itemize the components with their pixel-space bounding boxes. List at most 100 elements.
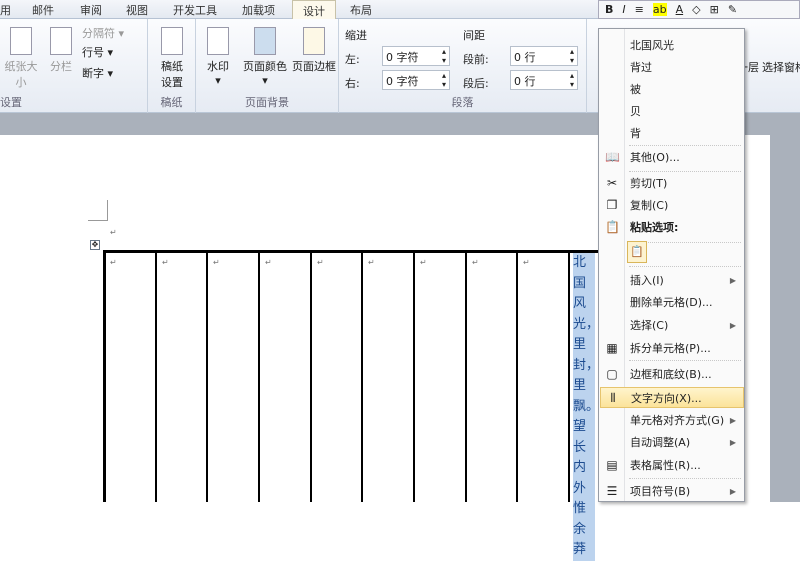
menu-item-label: 北国风光 xyxy=(630,39,674,52)
paper-icon xyxy=(10,27,32,55)
tab-review[interactable]: 审阅 xyxy=(80,2,102,18)
menu-item-label: 贝 xyxy=(630,105,641,118)
page-background-group: 水印 ▾ 页面颜色 ▾ 页面边框 页面背景 xyxy=(196,19,339,113)
group-label: 稿纸 xyxy=(160,96,183,109)
menu-item-label: 被 xyxy=(630,83,641,96)
cell-mark: ↵ xyxy=(265,258,272,267)
tab-developer[interactable]: 开发工具 xyxy=(173,2,217,18)
cell-mark: ↵ xyxy=(213,258,220,267)
italic-button[interactable]: I xyxy=(622,3,625,16)
hyphenation-button[interactable]: 断字 ▾ xyxy=(82,65,113,81)
book-icon: 📖 xyxy=(605,150,620,164)
menu-item[interactable]: 删除单元格(D)... xyxy=(600,292,744,313)
menu-item[interactable]: ⫴ 文字方向(X)... xyxy=(600,387,744,408)
menu-item[interactable]: ▢ 边框和底纹(B)... xyxy=(600,364,744,385)
breaks-button[interactable]: 分隔符 ▾ xyxy=(82,25,124,41)
cell-mark: ↵ xyxy=(317,258,324,267)
copy-icon: ❐ xyxy=(606,198,618,212)
line-numbers-button[interactable]: 行号 ▾ xyxy=(82,44,113,60)
format-painter-button[interactable]: ✎ xyxy=(728,3,737,16)
menu-item[interactable]: 北国风光 xyxy=(600,35,744,56)
mini-toolbar: B I ≡ ab A ◇ ⊞ ✎ xyxy=(598,0,800,19)
menu-item[interactable]: 单元格对齐方式(G) ▶ xyxy=(600,410,744,431)
paste-icon: 📋 xyxy=(605,220,620,234)
menu-item[interactable]: ☰ 项目符号(B) ▶ xyxy=(600,481,744,502)
submenu-arrow-icon: ▶ xyxy=(729,416,736,425)
highlight-button[interactable]: ab xyxy=(652,3,667,16)
table-top-border xyxy=(103,250,598,253)
menu-item[interactable]: ▤ 表格属性(R)... xyxy=(600,455,744,476)
menu-item[interactable]: 贝 xyxy=(600,101,744,122)
indent-right-label: 右: xyxy=(345,77,360,90)
page-borders-button[interactable]: 页面边框 xyxy=(289,27,339,74)
columns-button[interactable]: 分栏 xyxy=(46,27,76,74)
menu-item[interactable]: 背 xyxy=(600,123,744,144)
menu-item[interactable]: ✂ 剪切(T) xyxy=(600,173,744,194)
watermark-icon xyxy=(207,27,229,55)
spacing-label: 间距 xyxy=(463,29,485,42)
center-button[interactable]: ≡ xyxy=(635,3,644,16)
menu-item-label: 单元格对齐方式(G) xyxy=(630,414,725,427)
watermark-button[interactable]: 水印 ▾ xyxy=(204,27,232,87)
menu-separator xyxy=(629,360,741,361)
menu-item[interactable]: 选择(C) ▶ xyxy=(600,315,744,336)
table-move-handle-icon[interactable]: ✥ xyxy=(90,240,100,250)
manuscript-icon xyxy=(161,27,183,55)
menu-item-label: 项目符号(B) xyxy=(630,485,691,498)
tab-use[interactable]: 用 xyxy=(0,2,11,18)
menu-separator xyxy=(629,145,741,146)
menu-item[interactable]: ▦ 拆分单元格(P)... xyxy=(600,338,744,359)
menu-item[interactable]: 自动调整(A) ▶ xyxy=(600,432,744,453)
shading-button[interactable]: ◇ xyxy=(692,3,700,16)
borders-button[interactable]: ⊞ xyxy=(710,3,719,16)
table-properties-icon: ▤ xyxy=(606,458,618,472)
spacing-after-label: 段后: xyxy=(463,77,489,90)
scissors-icon: ✂ xyxy=(606,176,618,190)
paragraph-group: 缩进 左: 0 字符 ▴ ▾ 右: 0 字符 ▴ ▾ 间距 段前: 0 行 ▴ ▾ 段后: … xyxy=(339,19,587,113)
page-color-button[interactable]: 页面颜色 ▾ xyxy=(240,27,290,87)
selection-pane-button[interactable]: 选择窗格 xyxy=(762,59,800,75)
columns-icon xyxy=(50,27,72,55)
selected-cell-text[interactable]: 北国风光，里封，里飘。望长内外惟余莽 xyxy=(573,253,599,561)
cell-mark: ↵ xyxy=(368,258,375,267)
menu-separator xyxy=(629,171,741,172)
font-color-button[interactable]: A xyxy=(676,3,684,16)
menu-item-label: 自动调整(A) xyxy=(630,436,691,449)
indent-left-input[interactable]: 0 字符 ▴ ▾ xyxy=(382,46,450,66)
menu-item-label: 背过 xyxy=(630,61,652,74)
bold-button[interactable]: B xyxy=(605,3,613,16)
send-backward-button[interactable]: 下移一层 xyxy=(745,59,759,75)
cell-mark: ↵ xyxy=(162,258,169,267)
paint-bucket-icon xyxy=(254,27,276,55)
menu-item[interactable]: 📖 其他(O)... xyxy=(600,147,744,168)
manuscript-group: 稿纸 设置 稿纸 xyxy=(148,19,196,113)
tab-addins[interactable]: 加载项 xyxy=(242,2,275,18)
submenu-arrow-icon: ▶ xyxy=(729,487,736,496)
menu-item-label: 插入(I) xyxy=(630,274,664,287)
cell-mark: ↵ xyxy=(523,258,530,267)
spacing-after-input[interactable]: 0 行 ▴ ▾ xyxy=(510,70,578,90)
manuscript-setup-button[interactable]: 稿纸 设置 xyxy=(158,27,186,90)
menu-item[interactable]: ❐ 复制(C) xyxy=(600,195,744,216)
page-borders-icon xyxy=(303,27,325,55)
menu-item[interactable]: 插入(I) ▶ xyxy=(600,270,744,291)
tab-design[interactable]: 设计 xyxy=(292,0,336,20)
indent-right-input[interactable]: 0 字符 ▴ ▾ xyxy=(382,70,450,90)
menu-item-label: 背 xyxy=(630,127,641,140)
tab-view[interactable]: 视图 xyxy=(126,2,148,18)
paste-keep-formatting-icon[interactable]: 📋 xyxy=(627,241,647,263)
paper-size-button[interactable]: 纸张大小 xyxy=(0,27,42,90)
menu-item-label: 边框和底纹(B)... xyxy=(630,368,712,381)
spacing-before-input[interactable]: 0 行 ▴ ▾ xyxy=(510,46,578,66)
tab-mailings[interactable]: 邮件 xyxy=(32,2,54,18)
group-label: 页面背景 xyxy=(245,96,289,109)
menu-item[interactable]: 背过 xyxy=(600,57,744,78)
bullets-icon: ☰ xyxy=(606,484,618,498)
menu-item-label: 复制(C) xyxy=(630,199,669,212)
menu-item[interactable]: 被 xyxy=(600,79,744,100)
cell-mark: ↵ xyxy=(110,258,117,267)
tab-layout[interactable]: 布局 xyxy=(350,2,372,18)
menu-item-label: 拆分单元格(P)... xyxy=(630,342,711,355)
submenu-arrow-icon: ▶ xyxy=(729,321,736,330)
indent-label: 缩进 xyxy=(345,29,367,42)
